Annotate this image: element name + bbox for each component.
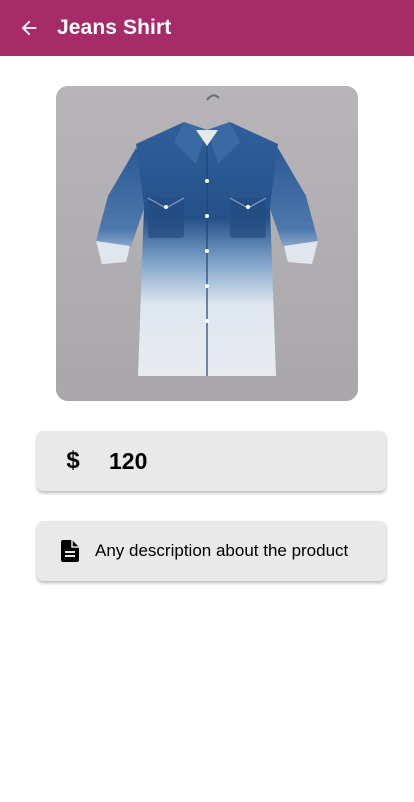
page-title: Jeans Shirt bbox=[57, 16, 172, 39]
app-bar: Jeans Shirt bbox=[0, 0, 414, 56]
description-text: Any description about the product bbox=[95, 541, 349, 560]
product-image bbox=[56, 86, 358, 401]
jeans-shirt-photo bbox=[56, 86, 358, 401]
price-value: 120 bbox=[109, 447, 148, 474]
description-card: Any description about the product bbox=[37, 521, 386, 581]
document-icon bbox=[59, 539, 81, 563]
price-card: $ 120 bbox=[37, 431, 386, 491]
arrow-back-icon bbox=[21, 20, 37, 36]
back-button[interactable] bbox=[1, 0, 57, 56]
dollar-icon: $ bbox=[66, 447, 80, 474]
